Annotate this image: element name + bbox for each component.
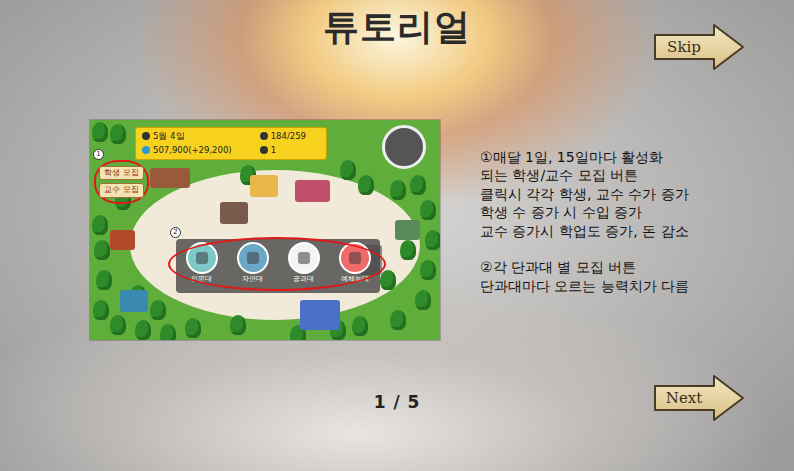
tree: [93, 300, 109, 320]
tree: [352, 316, 368, 336]
recruit-group: 학생 모집교수 모집: [94, 160, 149, 204]
college-emblem-icon: [247, 252, 259, 264]
tree: [92, 122, 108, 142]
settings-crane-icon[interactable]: [382, 125, 426, 169]
college-emblem-icon: [349, 252, 361, 264]
tree: [415, 290, 431, 310]
description-line: 학생 수 증가 시 수입 증가: [480, 203, 689, 221]
college-emblem-icon: [298, 252, 310, 264]
description: ①매달 1일, 15일마다 활성화되는 학생/교수 모집 버튼클릭시 각각 학생…: [480, 120, 689, 313]
page-indicator: 1 / 5: [374, 390, 421, 416]
college-label: 예체능대: [341, 275, 369, 285]
tutorial-page: 튜토리얼Skip5월 4일184/259507,900(+29,200)1학생 …: [0, 0, 794, 471]
tree: [340, 160, 356, 180]
building: [150, 168, 190, 188]
date-value: 5월 4일: [153, 130, 185, 143]
next-area: Next: [652, 373, 746, 423]
game-screenshot: 5월 4일184/259507,900(+29,200)1학생 모집교수 모집인…: [90, 120, 440, 340]
button-label: Next: [652, 387, 716, 410]
tree: [358, 175, 374, 195]
college-button[interactable]: 예체능대: [339, 242, 371, 285]
tree: [400, 240, 416, 260]
college-button[interactable]: 인문대: [186, 242, 218, 285]
tree: [425, 230, 440, 250]
tree: [150, 300, 166, 320]
step-marker: 2: [170, 227, 181, 238]
skip-area: Skip: [652, 22, 746, 72]
button-label: Skip: [652, 36, 716, 59]
students-value: 184/259: [271, 130, 306, 143]
college-icon: [237, 242, 269, 274]
building: [300, 300, 340, 330]
recruit-button[interactable]: 학생 모집: [99, 166, 144, 180]
header: 튜토리얼 Skip: [0, 0, 794, 78]
description-section: ②각 단과대 별 모집 버튼단과대마다 오르는 능력치가 다름: [480, 258, 689, 295]
next-button[interactable]: Next: [652, 373, 746, 423]
tree: [135, 320, 151, 340]
description-line: 단과대마다 오르는 능력치가 다름: [480, 277, 689, 295]
college-icon: [288, 242, 320, 274]
college-label: 공과대: [293, 275, 314, 285]
description-line: ①매달 1일, 15일마다 활성화: [480, 148, 689, 166]
tree: [110, 315, 126, 335]
college-emblem-icon: [196, 252, 208, 264]
highlight-ring: [168, 237, 386, 291]
college-bar: 인문대 자연대 공과대 예체능대: [176, 239, 380, 293]
building: [295, 180, 330, 202]
college-icon: [186, 242, 218, 274]
college-button[interactable]: 자연대: [237, 242, 269, 285]
building: [395, 220, 420, 240]
recruit-button[interactable]: 교수 모집: [99, 183, 144, 197]
tree: [390, 310, 406, 330]
students: 184/259: [260, 130, 320, 143]
step-marker: 1: [93, 149, 104, 160]
date-icon: [142, 132, 150, 140]
professors-icon: [260, 146, 268, 154]
skip-button[interactable]: Skip: [652, 22, 746, 72]
status-bar: 5월 4일 184/259 507,900(+29,200) 1: [135, 127, 327, 160]
tree: [160, 324, 176, 340]
building: [110, 230, 135, 250]
tree: [96, 270, 112, 290]
college-icon: [339, 242, 371, 274]
building: [250, 175, 278, 197]
tree: [380, 270, 396, 290]
tutorial-body: 5월 4일184/259507,900(+29,200)1학생 모집교수 모집인…: [0, 78, 794, 368]
date: 5월 4일: [142, 130, 246, 143]
college-label: 자연대: [242, 275, 263, 285]
description-line: ②각 단과대 별 모집 버튼: [480, 258, 689, 276]
college-label: 인문대: [191, 275, 212, 285]
tree: [420, 200, 436, 220]
footer: 1 / 5 Next: [0, 368, 794, 416]
tree: [94, 240, 110, 260]
students-icon: [260, 132, 268, 140]
tree: [390, 180, 406, 200]
description-line: 교수 증가시 학업도 증가, 돈 감소: [480, 222, 689, 240]
tree: [410, 175, 426, 195]
money-value: 507,900(+29,200): [153, 144, 232, 157]
building: [120, 290, 148, 312]
building: [220, 202, 248, 224]
description-section: ①매달 1일, 15일마다 활성화되는 학생/교수 모집 버튼클릭시 각각 학생…: [480, 148, 689, 240]
professors: 1: [260, 144, 320, 157]
tree: [230, 315, 246, 335]
professors-value: 1: [271, 144, 276, 157]
tree: [185, 318, 201, 338]
tree: [92, 215, 108, 235]
money: 507,900(+29,200): [142, 144, 246, 157]
description-line: 클릭시 각각 학생, 교수 수가 증가: [480, 185, 689, 203]
description-line: 되는 학생/교수 모집 버튼: [480, 166, 689, 184]
tutorial-title: 튜토리얼: [323, 4, 471, 51]
tree: [420, 260, 436, 280]
college-button[interactable]: 공과대: [288, 242, 320, 285]
tree: [110, 124, 126, 144]
money-icon: [142, 146, 150, 154]
